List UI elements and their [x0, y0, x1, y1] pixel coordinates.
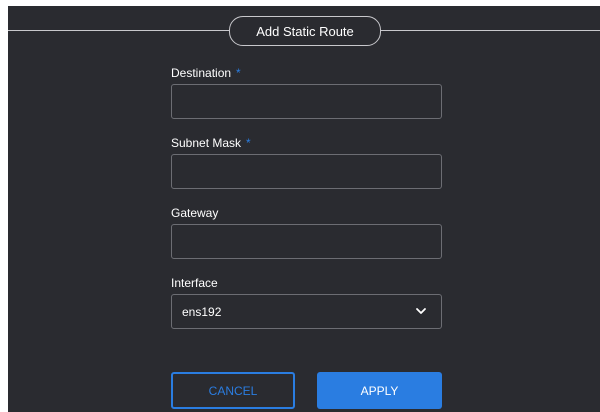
- destination-label-text: Destination: [171, 66, 232, 80]
- header-divider-left: [8, 30, 229, 31]
- gateway-label: Gateway: [171, 206, 219, 220]
- cancel-button[interactable]: CANCEL: [171, 372, 295, 409]
- gateway-input[interactable]: [171, 224, 442, 259]
- destination-label: Destination *: [171, 66, 241, 80]
- destination-input[interactable]: [171, 84, 442, 119]
- header-divider-right: [381, 30, 600, 31]
- subnet-mask-input[interactable]: [171, 154, 442, 189]
- destination-required-marker: *: [236, 66, 241, 80]
- apply-button[interactable]: APPLY: [317, 372, 442, 409]
- dialog-title: Add Static Route: [229, 16, 381, 46]
- add-static-route-dialog: Add Static Route Destination * Subnet Mas…: [8, 6, 600, 412]
- interface-label: Interface: [171, 276, 218, 290]
- subnet-mask-label: Subnet Mask *: [171, 136, 251, 150]
- interface-select[interactable]: ens192: [171, 294, 442, 329]
- chevron-down-icon: [416, 308, 426, 314]
- subnet-mask-label-text: Subnet Mask: [171, 136, 242, 150]
- interface-selected-value: ens192: [182, 304, 222, 319]
- subnet-mask-required-marker: *: [246, 136, 251, 150]
